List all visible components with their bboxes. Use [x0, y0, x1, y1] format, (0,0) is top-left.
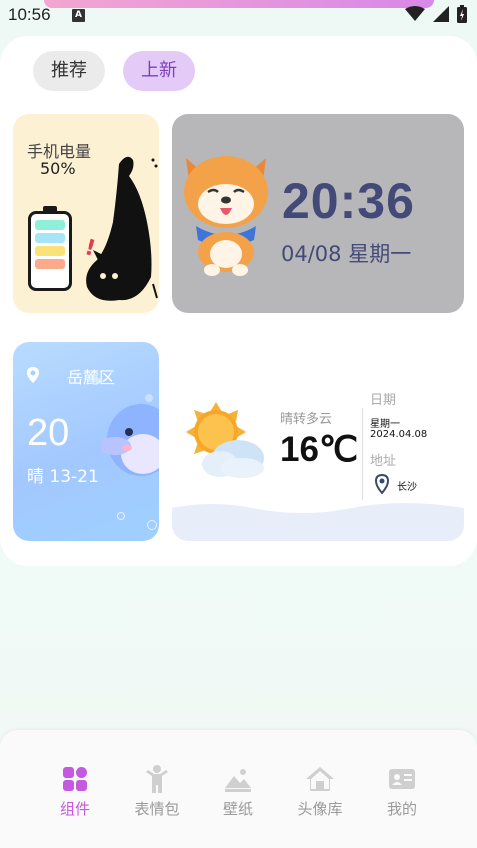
- battery-segment: [35, 220, 65, 230]
- nav-mine[interactable]: 我的: [362, 764, 442, 819]
- widgets-icon: [63, 767, 87, 791]
- full-date: 2024.04.08: [370, 429, 428, 440]
- nav-emoji[interactable]: 表情包: [117, 764, 197, 819]
- nav-label-widgets: 组件: [59, 800, 90, 818]
- location-pin-icon: [375, 474, 389, 494]
- battery-icon: [28, 211, 72, 291]
- status-time: 10:56: [8, 5, 51, 24]
- nav-label-wallpaper: 壁纸: [222, 800, 253, 818]
- divider: [362, 408, 363, 500]
- location-pin-icon: [27, 367, 39, 383]
- sun-cloud-icon: [186, 402, 264, 478]
- status-bar: 10:56 A: [0, 0, 477, 32]
- wifi-icon: [405, 6, 425, 21]
- bubble: [117, 512, 125, 520]
- nav-wallpaper[interactable]: 壁纸: [198, 764, 278, 819]
- weather-location: 岳麓区: [67, 368, 116, 387]
- battery-segment: [35, 246, 65, 256]
- emoji-person-icon: [146, 765, 168, 793]
- tab-bar: 推荐 上新: [33, 51, 195, 91]
- date-label: 日期: [370, 393, 397, 408]
- weather-widget-small[interactable]: 岳麓区 20 晴 13-21: [13, 342, 159, 541]
- weather-desc: 晴 13-21: [27, 467, 99, 487]
- tab-recommend[interactable]: 推荐: [33, 51, 105, 91]
- weekday: 星期一: [370, 419, 400, 430]
- nav-label-mine: 我的: [386, 800, 417, 818]
- black-cat-illustration: [86, 156, 158, 301]
- city: 长沙: [397, 482, 417, 493]
- battery-charging-icon: [457, 5, 467, 23]
- clock-time: 20:36: [282, 173, 415, 229]
- status-icons: [405, 5, 467, 23]
- shiba-dog-illustration: [184, 156, 268, 276]
- nav-widgets[interactable]: 组件: [35, 764, 115, 819]
- tab-new[interactable]: 上新: [123, 51, 195, 91]
- weather-condition: 晴转多云: [280, 412, 333, 427]
- bubble: [95, 378, 101, 384]
- battery-percent: 50%: [40, 159, 76, 178]
- nav-label-avatar: 头像库: [297, 800, 343, 818]
- weather-widget-large[interactable]: 晴转多云 16℃ 日期 星期一 2024.04.08 地址 长沙: [172, 342, 464, 541]
- profile-card-icon: [389, 769, 415, 789]
- address-label: 地址: [370, 454, 397, 469]
- wave-decoration: [172, 503, 464, 541]
- weather-temperature: 16℃: [280, 430, 359, 469]
- clock-widget[interactable]: 20:36 04/08 星期一: [172, 114, 464, 313]
- wallpaper-icon: [225, 769, 251, 792]
- clock-date: 04/08 星期一: [281, 242, 412, 266]
- battery-segment: [35, 259, 65, 269]
- battery-widget[interactable]: 手机电量 50% !: [13, 114, 159, 313]
- battery-segment: [35, 233, 65, 243]
- nav-avatar[interactable]: 头像库: [280, 764, 360, 819]
- dolphin-illustration: [101, 394, 159, 476]
- bubble: [147, 520, 157, 530]
- signal-icon: [433, 6, 449, 22]
- widget-panel: 推荐 上新 手机电量 50% ! 20:36 04/08 星期一 岳麓区 20 …: [0, 36, 477, 566]
- home-icon: [306, 767, 334, 791]
- notification-strip: [44, 0, 434, 8]
- nav-label-emoji: 表情包: [134, 800, 180, 818]
- weather-temp: 20: [27, 412, 70, 454]
- bottom-nav: 组件 表情包 壁纸 头像库 我的: [0, 730, 477, 848]
- notification-icon: A: [72, 9, 85, 22]
